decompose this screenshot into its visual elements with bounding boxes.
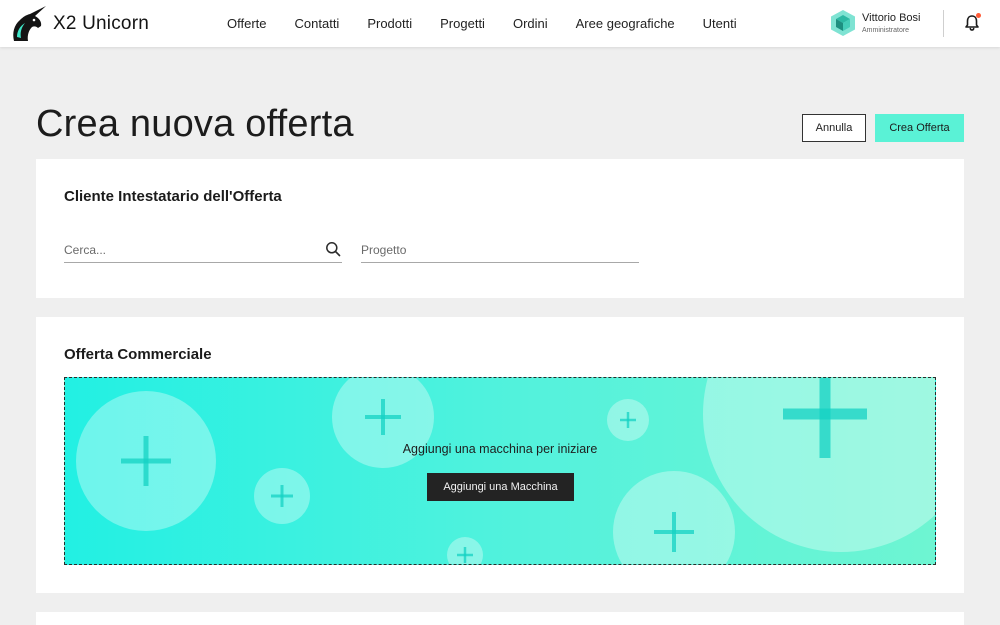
nav-item-contatti[interactable]: Contatti [281,16,354,31]
main-nav: Offerte Contatti Prodotti Progetti Ordin… [213,0,751,47]
nav-item-progetti[interactable]: Progetti [426,16,499,31]
client-search-field [64,239,342,263]
client-card: Cliente Intestatario dell'Offerta [36,159,964,298]
next-section-card [36,612,964,625]
client-section-title: Cliente Intestatario dell'Offerta [64,188,282,205]
nav-item-offerte[interactable]: Offerte [213,16,281,31]
brand[interactable]: X2 Unicorn [8,5,149,43]
user-name: Vittorio Bosi [862,11,921,24]
plus-circles-decoration [76,378,935,564]
nav-item-aree-geografiche[interactable]: Aree geografiche [562,16,689,31]
offer-section-title: Offerta Commerciale [64,346,212,363]
notification-dot [976,13,981,18]
page-title: Crea nuova offerta [36,103,354,145]
header-divider [943,10,944,37]
user-menu[interactable]: Vittorio Bosi Amministratore [829,9,921,37]
user-info: Vittorio Bosi Amministratore [862,11,921,34]
nav-item-prodotti[interactable]: Prodotti [353,16,426,31]
project-field [361,239,639,263]
empty-state-message: Aggiungi una macchina per iniziare [402,442,598,456]
cube-avatar-icon [831,10,855,36]
brand-name: X2 Unicorn [53,13,149,34]
nav-item-utenti[interactable]: Utenti [689,16,751,31]
search-icon[interactable] [325,241,341,257]
create-offer-button[interactable]: Crea Offerta [875,114,964,142]
user-role: Amministratore [862,26,910,34]
cancel-button[interactable]: Annulla [802,114,866,142]
client-search-input[interactable] [64,239,342,261]
offer-card: Offerta Commerciale Aggiungi una macchin… [36,317,964,593]
top-navigation-bar: X2 Unicorn Offerte Contatti Prodotti Pro… [0,0,1000,47]
nav-item-ordini[interactable]: Ordini [499,16,562,31]
machine-dropzone[interactable]: Aggiungi una macchina per iniziare Aggiu… [64,377,936,565]
add-machine-button[interactable]: Aggiungi una Macchina [427,473,574,501]
unicorn-logo-icon [13,6,46,41]
project-input[interactable] [361,239,639,261]
